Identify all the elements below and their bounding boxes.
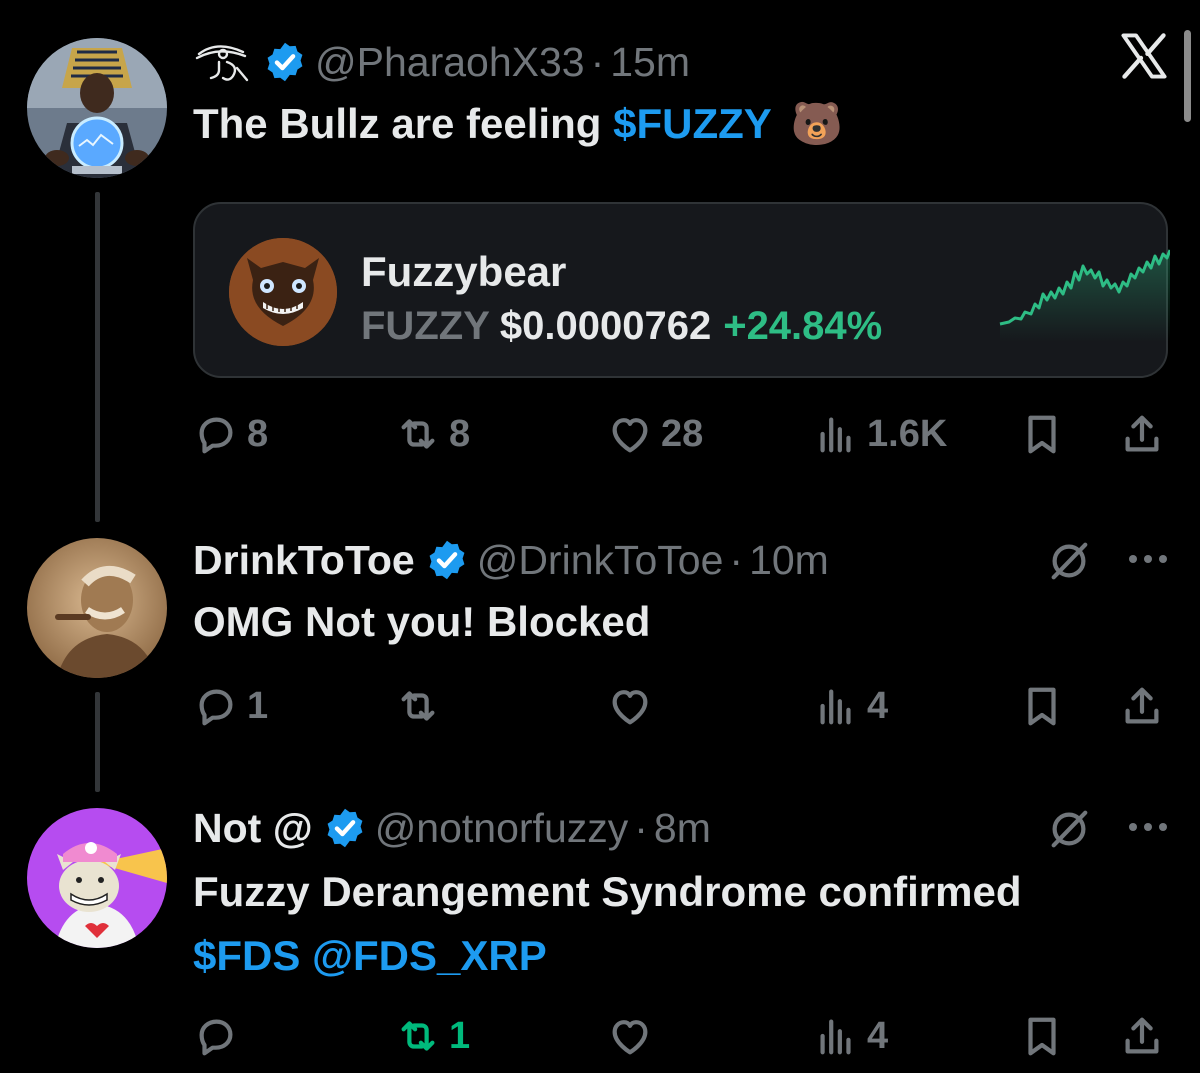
timestamp[interactable]: 8m — [654, 807, 711, 849]
like-icon — [607, 683, 653, 729]
tweet-text-plain: The Bullz are feeling — [193, 100, 614, 147]
share-button[interactable] — [1119, 676, 1165, 736]
bookmark-button[interactable] — [1019, 404, 1065, 464]
repost-button[interactable]: 8 — [395, 404, 470, 464]
like-button[interactable] — [607, 1006, 661, 1066]
views-icon — [813, 411, 859, 457]
author-handle[interactable]: @PharaohX33 — [315, 41, 585, 83]
reply-icon — [193, 683, 239, 729]
separator-dot: · — [634, 804, 648, 851]
verified-badge-icon — [425, 538, 469, 582]
repost-count: 8 — [449, 412, 471, 455]
reply-button[interactable]: 1 — [193, 676, 268, 736]
like-button[interactable] — [607, 676, 661, 736]
author-handle[interactable]: @notnorfuzzy — [375, 807, 629, 849]
more-icon[interactable] — [1126, 820, 1170, 834]
repost-icon — [395, 1013, 441, 1059]
eye-of-ra-glyph — [193, 40, 253, 84]
token-name: Fuzzybear — [361, 248, 567, 295]
author-name[interactable]: Not @ — [193, 807, 313, 849]
avatar-pharaohx33[interactable] — [27, 38, 167, 178]
scrollbar[interactable] — [1184, 30, 1191, 122]
views-icon — [813, 1013, 859, 1059]
reply-button[interactable]: 8 — [193, 404, 268, 464]
repost-button[interactable]: 1 — [395, 1006, 470, 1066]
tweet-header: DrinkToToe @DrinkToToe · 10m — [193, 538, 829, 582]
tweet-header: @PharaohX33 · 15m — [193, 40, 690, 84]
reply-button[interactable] — [193, 1006, 247, 1066]
author-name[interactable]: DrinkToToe — [193, 539, 415, 581]
share-icon — [1119, 683, 1165, 729]
views-button[interactable]: 4 — [813, 676, 888, 736]
grok-icon[interactable] — [1046, 806, 1092, 852]
bookmark-icon — [1019, 683, 1065, 729]
cashtag-link[interactable]: $FDS — [193, 932, 300, 979]
bookmark-icon — [1019, 1013, 1065, 1059]
avatar-drinktotoe[interactable] — [27, 538, 167, 678]
reply-count: 8 — [247, 412, 269, 455]
thread-line — [95, 192, 100, 522]
verified-badge-icon — [323, 806, 367, 850]
views-count: 4 — [867, 684, 889, 727]
like-icon — [607, 1013, 653, 1059]
tweet-actions: 1 4 — [193, 1006, 1168, 1066]
price-sparkline — [999, 249, 1170, 342]
share-button[interactable] — [1119, 404, 1165, 464]
reply-icon — [193, 1013, 239, 1059]
token-symbol: FUZZY — [361, 304, 490, 348]
like-icon — [607, 411, 653, 457]
mention-link[interactable]: @FDS_XRP — [312, 932, 547, 979]
views-icon — [813, 683, 859, 729]
repost-button[interactable] — [395, 676, 449, 736]
tweet-actions: 1 4 — [193, 676, 1168, 736]
views-count: 4 — [867, 1014, 889, 1057]
token-change: +24.84% — [723, 304, 883, 348]
tweet-actions: 8 8 28 1.6K — [193, 404, 1168, 464]
share-icon — [1119, 1013, 1165, 1059]
bookmark-button[interactable] — [1019, 1006, 1065, 1066]
reply-count: 1 — [247, 684, 269, 727]
avatar-notnorfuzzy[interactable] — [27, 808, 167, 948]
reply-icon — [193, 411, 239, 457]
share-icon — [1119, 411, 1165, 457]
share-button[interactable] — [1119, 1006, 1165, 1066]
like-button[interactable]: 28 — [607, 404, 703, 464]
views-button[interactable]: 1.6K — [813, 404, 947, 464]
more-icon[interactable] — [1126, 552, 1170, 566]
bookmark-icon — [1019, 411, 1065, 457]
tweet-text: Fuzzy Derangement Syndrome confirmed $FD… — [193, 860, 1022, 988]
repost-count: 1 — [449, 1014, 471, 1057]
cashtag-link[interactable]: $FUZZY — [613, 100, 771, 147]
like-count: 28 — [661, 412, 704, 455]
views-count: 1.6K — [867, 412, 948, 455]
timestamp[interactable]: 10m — [749, 539, 829, 581]
token-card[interactable]: Fuzzybear FUZZY $0.0000762 +24.84% — [193, 202, 1170, 378]
thread-line — [95, 692, 100, 792]
tweet-text-line2: $FDS @FDS_XRP — [193, 924, 1022, 988]
tweet-text: The Bullz are feeling $FUZZY 🐻 — [193, 92, 843, 156]
tweet-header: Not @ @notnorfuzzy · 8m — [193, 806, 711, 850]
repost-icon — [395, 411, 441, 457]
separator-dot: · — [590, 38, 605, 85]
x-logo-icon[interactable] — [1118, 30, 1170, 82]
token-price-line: FUZZY $0.0000762 +24.84% — [361, 304, 882, 349]
tweet-text-line1: Fuzzy Derangement Syndrome confirmed — [193, 868, 1022, 915]
tweet-text: OMG Not you! Blocked — [193, 598, 651, 645]
bookmark-button[interactable] — [1019, 676, 1065, 736]
separator-dot: · — [729, 536, 744, 583]
fuzzybear-logo — [229, 238, 337, 346]
grok-icon[interactable] — [1046, 538, 1092, 584]
token-price: $0.0000762 — [499, 304, 712, 348]
repost-icon — [395, 683, 441, 729]
author-handle[interactable]: @DrinkToToe — [477, 539, 724, 581]
verified-badge-icon — [263, 40, 307, 84]
timestamp[interactable]: 15m — [610, 41, 690, 83]
bear-emoji: 🐻 — [790, 100, 843, 147]
views-button[interactable]: 4 — [813, 1006, 888, 1066]
